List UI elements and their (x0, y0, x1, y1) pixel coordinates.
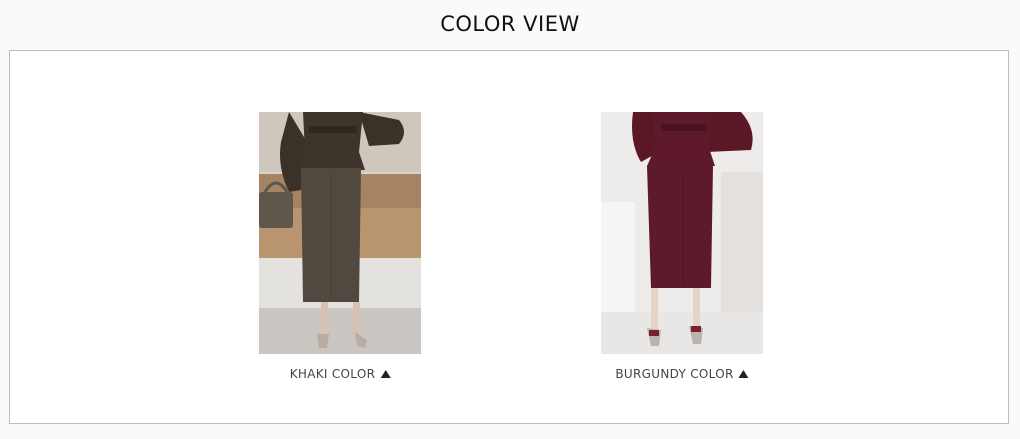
triangle-up-icon (738, 370, 749, 378)
triangle-up-icon (380, 370, 391, 378)
color-caption-burgundy[interactable]: BURGUNDY COLOR (615, 367, 749, 381)
product-photo-burgundy[interactable] (601, 112, 763, 354)
color-card-khaki[interactable]: KHAKI COLOR (259, 112, 421, 381)
color-view-panel: KHAKI COLOR BURGUNDY COLOR (9, 50, 1009, 424)
color-card-burgundy[interactable]: BURGUNDY COLOR (601, 112, 763, 381)
color-caption-khaki[interactable]: KHAKI COLOR (290, 367, 391, 381)
product-photo-khaki[interactable] (259, 112, 421, 354)
page-title: COLOR VIEW (440, 12, 580, 36)
color-label-burgundy[interactable]: BURGUNDY COLOR (615, 367, 733, 381)
color-label-khaki[interactable]: KHAKI COLOR (290, 367, 376, 381)
